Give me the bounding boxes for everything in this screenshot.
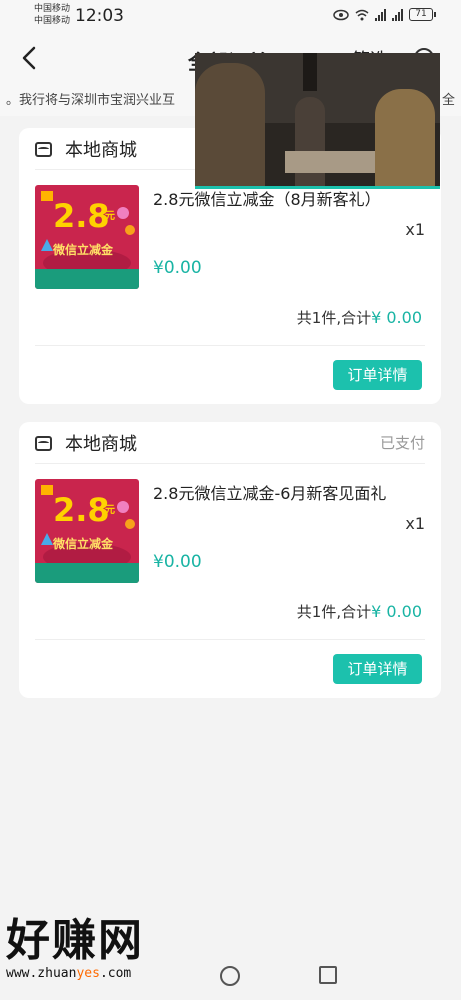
order-detail-button[interactable]: 订单详情 — [333, 360, 422, 390]
thumb-amount: 2.8 — [53, 491, 110, 529]
coin-icon — [125, 225, 135, 235]
carrier-2: 中国移动 — [34, 16, 71, 26]
balloon-icon — [117, 501, 129, 513]
system-nav-bar — [0, 952, 461, 1000]
recent-apps-key-icon[interactable] — [319, 966, 337, 984]
order-summary: 共1件,合计¥ 0.00 — [297, 307, 422, 328]
product-name: 2.8元微信立减金（8月新客礼） — [153, 190, 381, 209]
thumb-band — [35, 563, 139, 583]
shop-icon — [35, 435, 52, 451]
summary-label: 共1件,合计 — [296, 309, 372, 327]
order-summary: 共1件,合计¥ 0.00 — [297, 601, 422, 622]
signal-icon-1 — [375, 8, 386, 21]
card-header: 本地商城 — [35, 138, 137, 161]
product-quantity: x1 — [405, 514, 425, 533]
thumb-band — [35, 269, 139, 289]
thumb-caption: 微信立减金 — [53, 243, 114, 257]
thumb-unit: 元 — [105, 505, 115, 516]
video-frame-figure — [375, 89, 435, 189]
thumb-caption: 微信立减金 — [53, 537, 114, 551]
product-quantity: x1 — [405, 220, 425, 239]
divider — [35, 639, 425, 640]
shop-name: 本地商城 — [65, 140, 137, 161]
card-header: 本地商城 — [35, 432, 137, 455]
home-key-icon[interactable] — [220, 966, 240, 986]
divider — [35, 463, 425, 464]
order-status: 已支付 — [379, 434, 425, 452]
carrier-1: 中国移动 — [34, 4, 71, 14]
thumb-amount: 2.8 — [53, 197, 110, 235]
clock: 12:03 — [75, 6, 124, 26]
notice-text: 。我行将与深圳市宝润兴业互 — [6, 93, 176, 108]
wifi-icon — [355, 9, 369, 20]
video-frame-figure — [195, 63, 265, 189]
summary-total: ¥ 0.00 — [371, 602, 422, 621]
back-arrow-icon[interactable] — [16, 44, 44, 72]
shop-icon — [35, 141, 52, 157]
product-name: 2.8元微信立减金-6月新客见面礼 — [153, 484, 387, 503]
video-frame-lamp — [303, 53, 317, 91]
video-progress-bar[interactable] — [195, 186, 440, 189]
summary-label: 共1件,合计 — [296, 603, 372, 621]
carrier-info: 中国移动 中国移动 — [34, 3, 70, 27]
battery-icon: 71 — [409, 8, 436, 21]
eye-icon — [333, 9, 349, 20]
order-detail-button[interactable]: 订单详情 — [333, 654, 422, 684]
video-frame-figure — [295, 97, 325, 187]
coin-icon — [125, 519, 135, 529]
product-price: ¥0.00 — [153, 258, 202, 278]
floating-video-player[interactable] — [195, 53, 440, 189]
shop-name: 本地商城 — [65, 434, 137, 455]
divider — [35, 345, 425, 346]
system-icons: 71 — [333, 8, 436, 21]
summary-total: ¥ 0.00 — [371, 308, 422, 327]
status-bar: 中国移动 中国移动 12:03 71 — [0, 0, 461, 32]
signal-icon-2 — [392, 8, 403, 21]
balloon-icon — [117, 207, 129, 219]
product-image[interactable]: 2.8 元 微信立减金 — [35, 185, 139, 289]
party-hat-icon — [41, 239, 53, 251]
gift-icon — [41, 191, 53, 201]
thumb-unit: 元 — [105, 211, 115, 222]
product-image[interactable]: 2.8 元 微信立减金 — [35, 479, 139, 583]
party-hat-icon — [41, 533, 53, 545]
gift-icon — [41, 485, 53, 495]
order-card[interactable]: 本地商城 已支付 2.8 元 微信立减金 2.8元微信立减金-6月新客见面礼 x… — [19, 422, 441, 698]
product-price: ¥0.00 — [153, 552, 202, 572]
notice-tail: 全 — [437, 86, 455, 116]
